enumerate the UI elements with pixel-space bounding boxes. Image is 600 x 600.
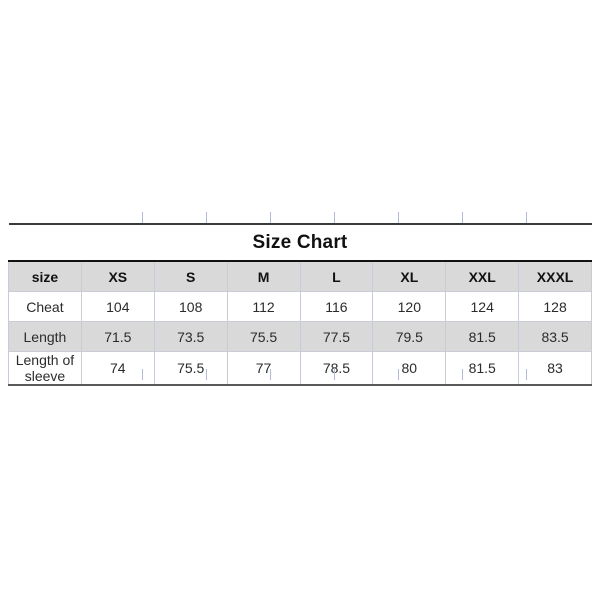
size-chart-container: Size Chart size XS S M L XL XXL XXXL Che… <box>8 212 592 386</box>
page-title: Size Chart <box>8 223 592 262</box>
column-header-xl: XL <box>372 260 447 292</box>
column-tick-mark <box>526 369 527 380</box>
cell-length-xxxl: 83.5 <box>518 321 592 352</box>
column-tick-mark <box>398 369 399 380</box>
column-header-l: L <box>299 260 374 292</box>
column-tick-mark <box>398 212 399 223</box>
cell-length-m: 75.5 <box>226 321 301 352</box>
column-tick-rail-bottom <box>8 369 592 380</box>
size-chart-table: Size Chart size XS S M L XL XXL XXXL Che… <box>8 223 592 386</box>
column-tick-mark <box>334 369 335 380</box>
column-tick-mark <box>526 212 527 223</box>
cell-cheat-xs: 104 <box>80 291 155 322</box>
row-label-cheat: Cheat <box>8 291 82 322</box>
column-header-s: S <box>153 260 228 292</box>
column-tick-mark <box>270 369 271 380</box>
table-row: Cheat 104 108 112 116 120 124 128 <box>8 291 592 322</box>
column-header-m: M <box>226 260 301 292</box>
column-tick-mark <box>334 212 335 223</box>
cell-cheat-xxl: 124 <box>445 291 520 322</box>
column-tick-mark <box>206 369 207 380</box>
column-header-xs: XS <box>80 260 155 292</box>
column-tick-mark <box>142 212 143 223</box>
column-tick-mark <box>206 212 207 223</box>
column-tick-mark <box>142 369 143 380</box>
cell-length-xxl: 81.5 <box>445 321 520 352</box>
table-row: Length 71.5 73.5 75.5 77.5 79.5 81.5 83.… <box>8 321 592 352</box>
column-header-xxxl: XXXL <box>518 260 592 292</box>
cell-cheat-xxxl: 128 <box>518 291 592 322</box>
cell-cheat-m: 112 <box>226 291 301 322</box>
column-header-size: size <box>8 260 82 292</box>
cell-length-xl: 79.5 <box>372 321 447 352</box>
cell-cheat-s: 108 <box>153 291 228 322</box>
cell-length-s: 73.5 <box>153 321 228 352</box>
column-header-xxl: XXL <box>445 260 520 292</box>
cell-length-xs: 71.5 <box>80 321 155 352</box>
table-title-row: Size Chart <box>8 223 592 262</box>
column-tick-mark <box>462 369 463 380</box>
cell-cheat-xl: 120 <box>372 291 447 322</box>
table-header-row: size XS S M L XL XXL XXXL <box>8 260 592 292</box>
column-tick-mark <box>270 212 271 223</box>
cell-length-l: 77.5 <box>299 321 374 352</box>
column-tick-mark <box>462 212 463 223</box>
cell-cheat-l: 116 <box>299 291 374 322</box>
column-tick-rail-top <box>8 212 592 223</box>
row-label-length: Length <box>8 321 82 352</box>
